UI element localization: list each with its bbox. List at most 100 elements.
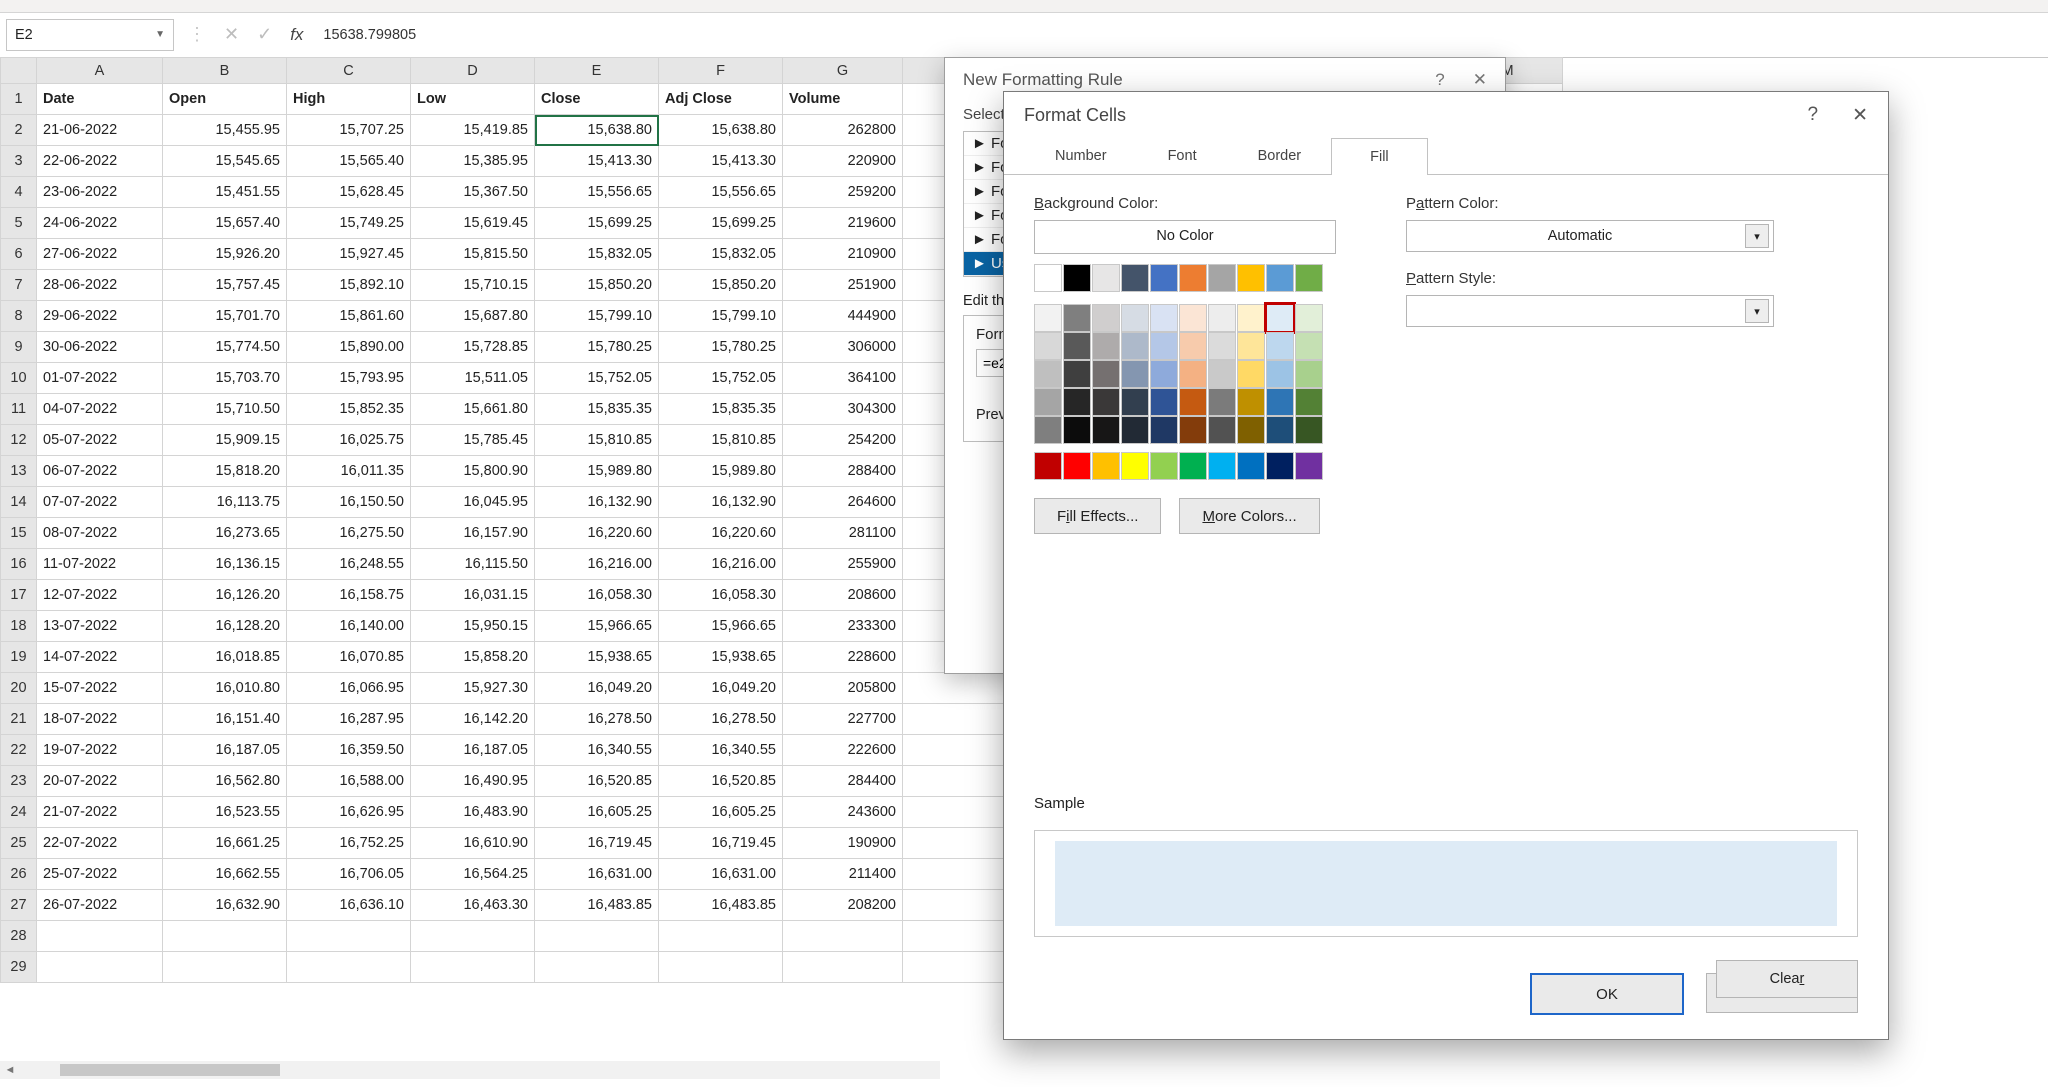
cell[interactable]: 15,699.25 [659, 208, 783, 239]
cell[interactable]: 288400 [783, 456, 903, 487]
cell[interactable]: 284400 [783, 766, 903, 797]
cell[interactable]: 16,220.60 [535, 518, 659, 549]
row-header[interactable]: 2 [1, 115, 37, 146]
row-header[interactable]: 28 [1, 921, 37, 952]
color-swatch[interactable] [1208, 332, 1236, 360]
cell[interactable]: 16,340.55 [535, 735, 659, 766]
row-header[interactable]: 1 [1, 84, 37, 115]
color-swatch[interactable] [1266, 304, 1294, 332]
color-swatch[interactable] [1063, 452, 1091, 480]
color-swatch[interactable] [1179, 264, 1207, 292]
cell[interactable]: 15,657.40 [163, 208, 287, 239]
color-swatch[interactable] [1295, 388, 1323, 416]
cell[interactable]: 205800 [783, 673, 903, 704]
confirm-icon[interactable]: ✓ [257, 24, 272, 45]
cell[interactable]: 243600 [783, 797, 903, 828]
cell[interactable]: 15,419.85 [411, 115, 535, 146]
cell[interactable] [903, 735, 1013, 766]
cell[interactable]: 16,058.30 [535, 580, 659, 611]
cell[interactable]: 15,638.80 [659, 115, 783, 146]
cell[interactable]: 16,662.55 [163, 859, 287, 890]
cell[interactable]: 15,850.20 [535, 270, 659, 301]
cell[interactable]: 21-07-2022 [37, 797, 163, 828]
close-icon[interactable]: ✕ [1852, 104, 1868, 127]
cell[interactable]: 15,413.30 [659, 146, 783, 177]
cell[interactable]: 15,385.95 [411, 146, 535, 177]
cell[interactable]: 16,359.50 [287, 735, 411, 766]
cell[interactable]: 16,636.10 [287, 890, 411, 921]
cell[interactable]: 228600 [783, 642, 903, 673]
cell[interactable]: 16,706.05 [287, 859, 411, 890]
color-swatch[interactable] [1295, 304, 1323, 332]
color-swatch[interactable] [1237, 388, 1265, 416]
cell[interactable] [37, 921, 163, 952]
cell[interactable]: 16,220.60 [659, 518, 783, 549]
cell[interactable]: 16,132.90 [535, 487, 659, 518]
cell[interactable]: 15,780.25 [659, 332, 783, 363]
horizontal-scrollbar[interactable]: ◄ [0, 1061, 940, 1079]
color-swatch[interactable] [1063, 304, 1091, 332]
row-header[interactable]: 25 [1, 828, 37, 859]
cell[interactable]: 15,800.90 [411, 456, 535, 487]
row-header[interactable]: 6 [1, 239, 37, 270]
cell[interactable]: 15,707.25 [287, 115, 411, 146]
column-header[interactable]: B [163, 58, 287, 84]
cell[interactable]: 16,605.25 [535, 797, 659, 828]
cell[interactable]: 16,463.30 [411, 890, 535, 921]
cell[interactable]: 19-07-2022 [37, 735, 163, 766]
color-swatch[interactable] [1208, 264, 1236, 292]
row-header[interactable]: 17 [1, 580, 37, 611]
color-swatch[interactable] [1295, 332, 1323, 360]
cell[interactable]: 16,132.90 [659, 487, 783, 518]
cell[interactable]: 16,216.00 [535, 549, 659, 580]
cell[interactable]: 13-07-2022 [37, 611, 163, 642]
cell[interactable]: 364100 [783, 363, 903, 394]
cell[interactable]: 15,810.85 [659, 425, 783, 456]
cell[interactable]: 15-07-2022 [37, 673, 163, 704]
chevron-down-icon[interactable]: ▼ [155, 29, 165, 40]
cell[interactable]: 16,216.00 [659, 549, 783, 580]
cell[interactable] [411, 952, 535, 983]
cell[interactable]: 15,835.35 [659, 394, 783, 425]
color-swatch[interactable] [1150, 388, 1178, 416]
cell[interactable]: 15,832.05 [659, 239, 783, 270]
clear-button[interactable]: Clear [1716, 960, 1858, 998]
cell[interactable]: 30-06-2022 [37, 332, 163, 363]
cell[interactable]: 16,605.25 [659, 797, 783, 828]
cell[interactable]: 15,938.65 [535, 642, 659, 673]
color-swatch[interactable] [1121, 304, 1149, 332]
cell[interactable]: 16,719.45 [535, 828, 659, 859]
cell[interactable]: 20-07-2022 [37, 766, 163, 797]
color-swatch[interactable] [1121, 388, 1149, 416]
cell[interactable]: 227700 [783, 704, 903, 735]
cell[interactable]: 15,909.15 [163, 425, 287, 456]
color-swatch[interactable] [1237, 416, 1265, 444]
row-header[interactable]: 26 [1, 859, 37, 890]
cell[interactable]: 15,455.95 [163, 115, 287, 146]
cell[interactable]: 28-06-2022 [37, 270, 163, 301]
color-swatch[interactable] [1266, 360, 1294, 388]
cell[interactable]: 15,628.45 [287, 177, 411, 208]
color-swatch[interactable] [1266, 332, 1294, 360]
cell[interactable]: 07-07-2022 [37, 487, 163, 518]
cell[interactable]: 16,031.15 [411, 580, 535, 611]
color-swatch[interactable] [1295, 416, 1323, 444]
cell[interactable]: 15,950.15 [411, 611, 535, 642]
color-swatch[interactable] [1179, 416, 1207, 444]
color-swatch[interactable] [1237, 360, 1265, 388]
color-swatch[interactable] [1237, 452, 1265, 480]
cell[interactable]: 15,752.05 [659, 363, 783, 394]
cell[interactable]: 304300 [783, 394, 903, 425]
row-header[interactable]: 19 [1, 642, 37, 673]
row-header[interactable]: 10 [1, 363, 37, 394]
cancel-icon[interactable]: ✕ [224, 24, 239, 45]
color-swatch[interactable] [1063, 360, 1091, 388]
cell[interactable] [903, 921, 1013, 952]
color-swatch[interactable] [1063, 332, 1091, 360]
cell[interactable]: 16,564.25 [411, 859, 535, 890]
cell[interactable]: 444900 [783, 301, 903, 332]
color-swatch[interactable] [1121, 360, 1149, 388]
color-swatch[interactable] [1150, 332, 1178, 360]
cell[interactable]: 15,556.65 [535, 177, 659, 208]
cell[interactable]: 23-06-2022 [37, 177, 163, 208]
